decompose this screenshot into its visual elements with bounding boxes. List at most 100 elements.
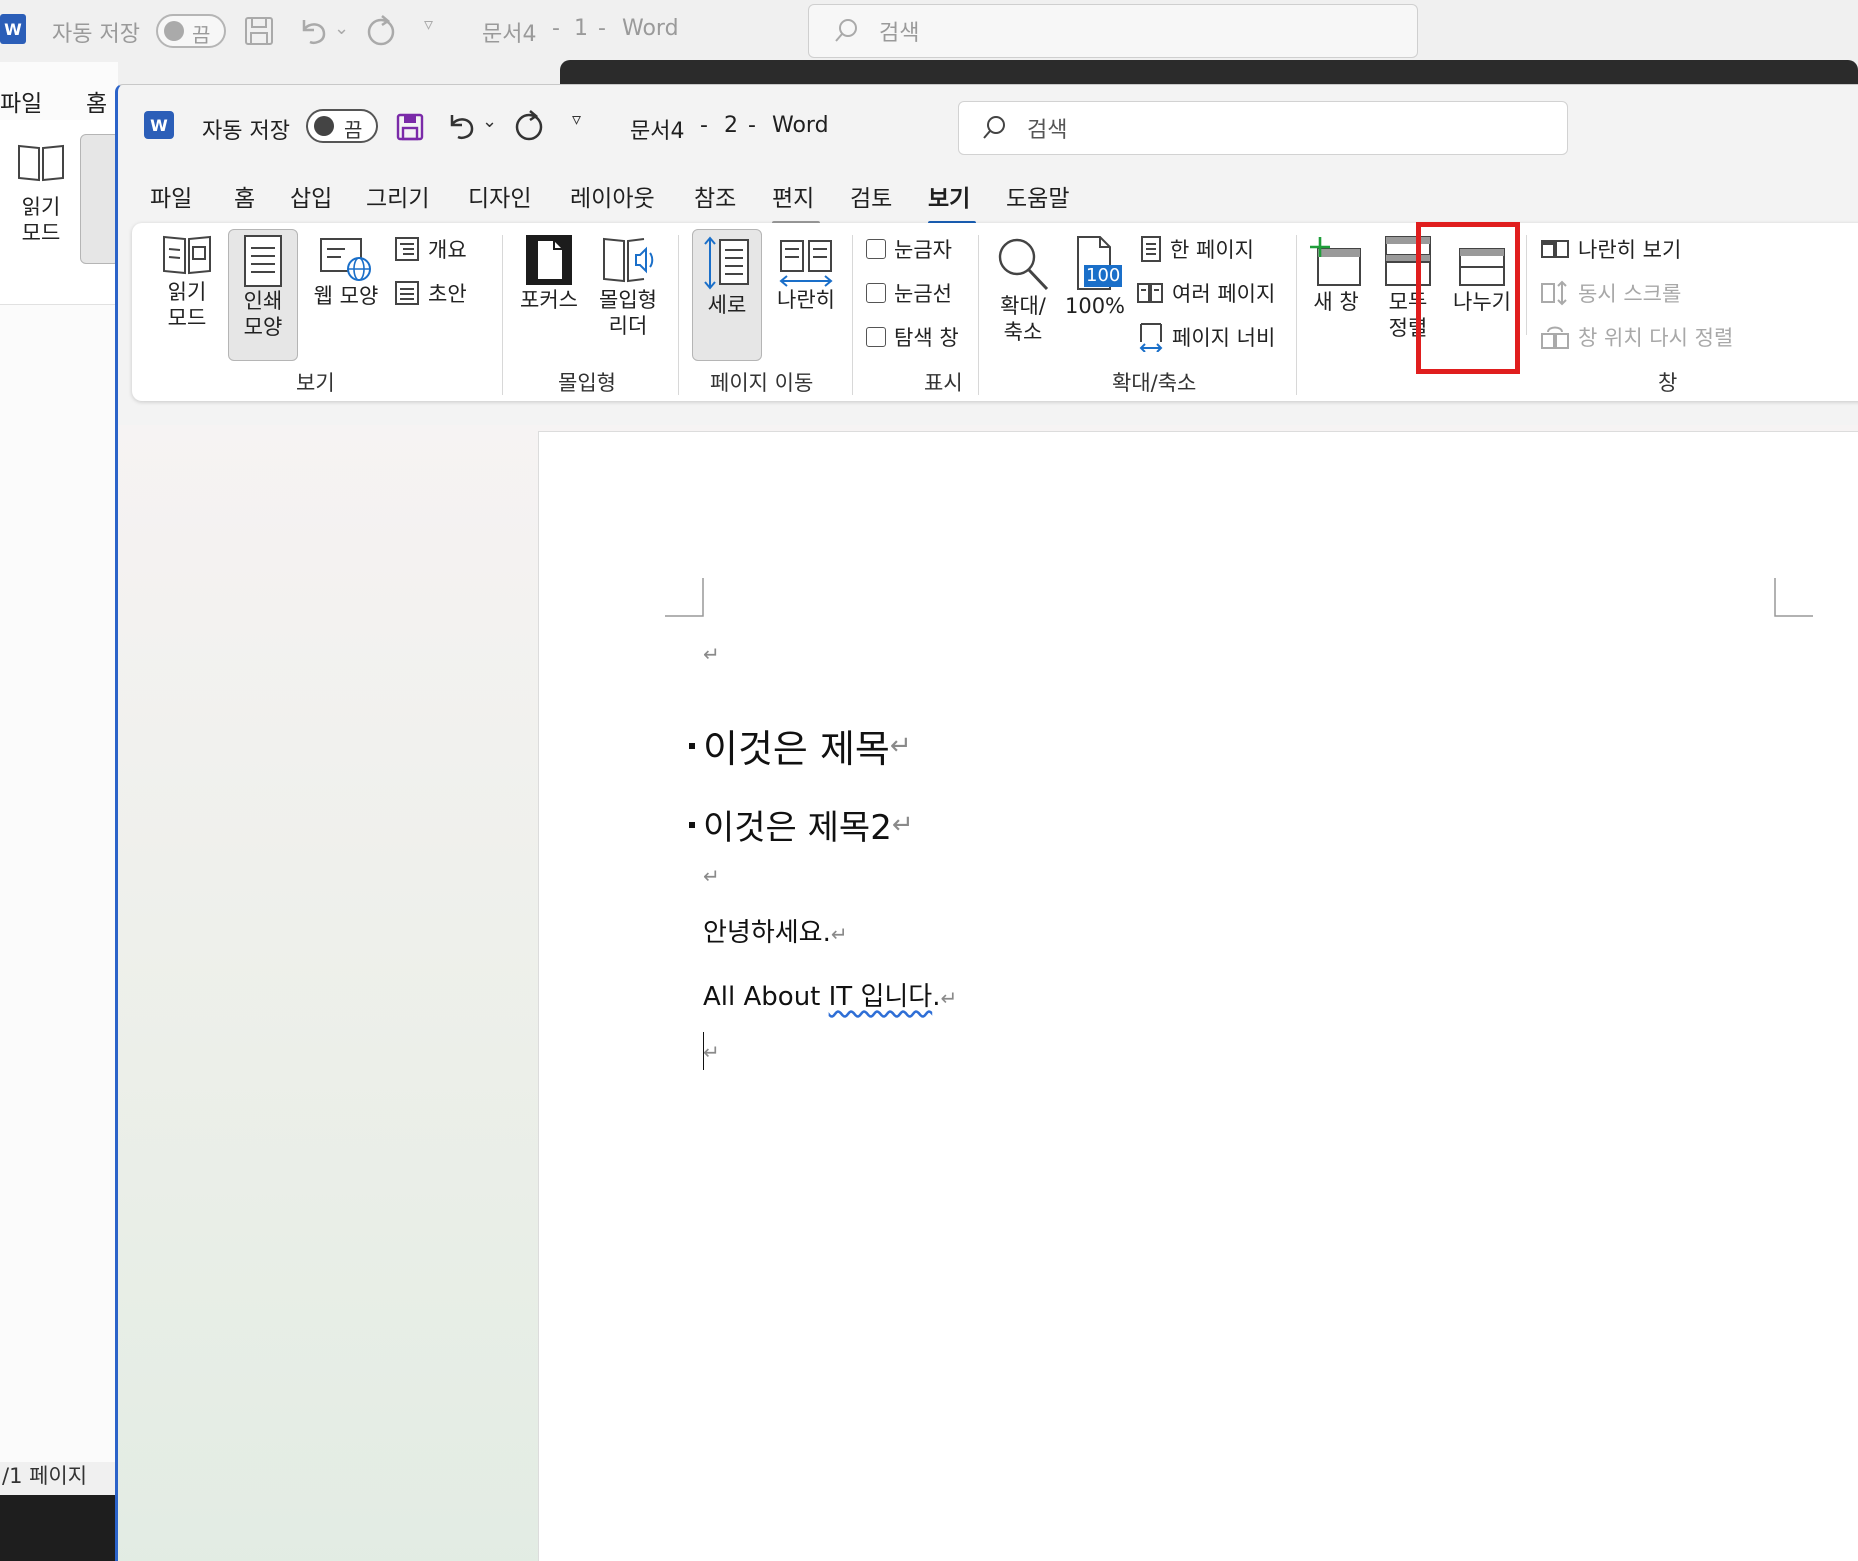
redo-icon[interactable] — [512, 109, 546, 143]
arrange-all-button[interactable]: 모두 정렬 — [1368, 229, 1448, 341]
page-width-icon — [1139, 323, 1163, 352]
autosave-label: 자동 저장 — [52, 22, 140, 47]
undo-icon[interactable] — [444, 109, 478, 143]
group-divider — [978, 235, 979, 395]
one-page-button[interactable]: 한 페이지 — [1140, 231, 1254, 267]
read-mode-label-2: 모드 — [167, 306, 207, 330]
gridlines-checkbox[interactable]: 눈금선 — [866, 275, 952, 311]
bg-read-mode-button[interactable]: 읽기 모드 — [10, 140, 72, 246]
collapse-bullet-icon — [689, 821, 695, 828]
undo-icon[interactable] — [296, 14, 330, 48]
paragraph-mark: ↵ — [703, 864, 720, 888]
screen: W 자동 저장 끔 ⌄ ▿ 문서4 - 1 - Word 검색 파일 홈 읽기 … — [0, 0, 1858, 1561]
print-layout-button[interactable]: 인쇄 모양 — [228, 229, 298, 361]
vertical-button[interactable]: 세로 — [692, 229, 762, 361]
sync-scroll-icon — [1541, 280, 1567, 306]
focus-label: 포커스 — [520, 288, 578, 312]
nav-pane-checkbox[interactable]: 탐색 창 — [866, 319, 959, 355]
tab-view[interactable]: 보기 — [928, 177, 970, 221]
vertical-scroll-icon — [704, 236, 749, 290]
title-separator: - — [598, 16, 606, 41]
chevron-down-icon[interactable]: ⌄ — [482, 111, 497, 132]
tab-help[interactable]: 도움말 — [1006, 177, 1069, 221]
page-icon — [244, 235, 282, 287]
web-icon — [320, 238, 371, 281]
split-label: 나누기 — [1453, 290, 1511, 314]
immersive-reader-button[interactable]: 몰입형 리더 — [588, 229, 668, 339]
save-icon[interactable] — [244, 16, 274, 46]
autosave-toggle[interactable]: 끔 — [306, 109, 378, 143]
tab-draw[interactable]: 그리기 — [366, 177, 429, 221]
group-divider — [1526, 235, 1527, 335]
save-icon[interactable] — [396, 113, 424, 141]
new-window-label: 새 창 — [1313, 290, 1359, 314]
bg-print-layout-button[interactable] — [80, 134, 120, 264]
tab-home[interactable]: 홈 — [234, 177, 255, 221]
taskbar-fragment — [0, 1495, 118, 1561]
tab-mailings[interactable]: 편지 — [772, 177, 814, 221]
redo-icon[interactable] — [364, 14, 398, 48]
title-separator: - — [552, 16, 560, 41]
paragraph-intro[interactable]: All About IT 입니다.↵ — [703, 976, 957, 1013]
draft-label: 초안 — [428, 282, 467, 306]
search-box[interactable]: 검색 — [958, 101, 1568, 155]
paragraph-mark: ↵ — [703, 642, 720, 666]
heading-2-text: 이것은 제목2 — [703, 808, 892, 848]
menu-file[interactable]: 파일 — [0, 84, 42, 118]
tab-layout[interactable]: 레이아웃 — [570, 177, 655, 221]
chevron-down-icon[interactable]: ⌄ — [334, 18, 349, 39]
view-side-by-side-label: 나란히 보기 — [1578, 238, 1682, 262]
new-window-button[interactable]: 새 창 — [1306, 229, 1366, 315]
menu-home[interactable]: 홈 — [86, 84, 107, 118]
web-layout-button[interactable]: 웹 모양 — [304, 229, 388, 309]
page-count: /1 페이지 — [2, 1464, 88, 1488]
tab-design[interactable]: 디자인 — [468, 177, 531, 221]
customize-qat-icon[interactable]: ▿ — [572, 109, 581, 130]
multiple-pages-button[interactable]: 여러 페이지 — [1136, 275, 1275, 311]
synchronous-scrolling-button[interactable]: 동시 스크롤 — [1540, 275, 1681, 311]
focus-icon — [526, 235, 572, 285]
group-divider — [678, 235, 679, 395]
read-mode-label-1: 읽기 — [167, 280, 207, 304]
customize-qat-icon[interactable]: ▿ — [424, 14, 433, 35]
heading-1[interactable]: 이것은 제목 ↵ — [689, 718, 912, 773]
multiple-pages-icon — [1137, 283, 1163, 303]
book-icon — [18, 144, 64, 182]
immersive-reader-label-2: 리더 — [608, 314, 648, 338]
heading-2[interactable]: 이것은 제목2 ↵ — [689, 800, 914, 849]
focus-button[interactable]: 포커스 — [514, 229, 584, 313]
reset-window-position-button[interactable]: 창 위치 다시 정렬 — [1540, 319, 1733, 355]
checkbox-unchecked — [866, 283, 886, 303]
zoom-100-icon: 100 — [1070, 235, 1123, 293]
ribbon-view: 읽기 모드 인쇄 모양 웹 모양 개요 초안 보기 포커스 몰입형 리더 몰입형… — [132, 223, 1858, 401]
group-label-zoom: 확대/축소 — [1112, 371, 1197, 395]
zoom-button[interactable]: 확대/ 축소 — [990, 229, 1056, 345]
side-to-side-button[interactable]: 나란히 — [768, 229, 844, 313]
read-mode-button[interactable]: 읽기 모드 — [154, 229, 220, 331]
zoom-label-2: 축소 — [1003, 320, 1043, 344]
tab-references[interactable]: 참조 — [694, 177, 736, 221]
book-icon — [163, 235, 211, 275]
ruler-checkbox[interactable]: 눈금자 — [866, 231, 952, 267]
tab-insert[interactable]: 삽입 — [290, 177, 332, 221]
tab-file[interactable]: 파일 — [150, 177, 192, 221]
document-page[interactable]: ↵ 이것은 제목 ↵ 이것은 제목2 ↵ ↵ 안녕하세요.↵ All About… — [538, 431, 1858, 1561]
view-side-by-side-button[interactable]: 나란히 보기 — [1540, 231, 1681, 267]
zoom-100-button[interactable]: 100 100% — [1062, 229, 1128, 319]
background-search-box[interactable]: 검색 — [808, 4, 1418, 58]
autosave-toggle[interactable]: 끔 — [156, 14, 226, 48]
side-by-side-icon — [1541, 240, 1569, 258]
margin-corner-top-left — [665, 578, 704, 617]
group-divider — [1296, 235, 1297, 395]
split-button[interactable]: 나누기 — [1450, 229, 1514, 315]
draft-button[interactable]: 초안 — [394, 275, 467, 311]
one-page-icon — [1141, 236, 1161, 262]
tab-review[interactable]: 검토 — [850, 177, 892, 221]
vertical-label: 세로 — [707, 293, 747, 317]
side-to-side-icon — [779, 240, 833, 287]
word-window: W 자동 저장 끔 ⌄ ▿ 문서4 - 2 - Word 검색 파일 홈 삽입 … — [115, 84, 1858, 1561]
outline-button[interactable]: 개요 — [394, 231, 467, 267]
paragraph-greeting[interactable]: 안녕하세요.↵ — [703, 912, 848, 949]
page-width-button[interactable]: 페이지 너비 — [1138, 319, 1275, 355]
background-ribbon: 읽기 모드 — [0, 120, 120, 305]
